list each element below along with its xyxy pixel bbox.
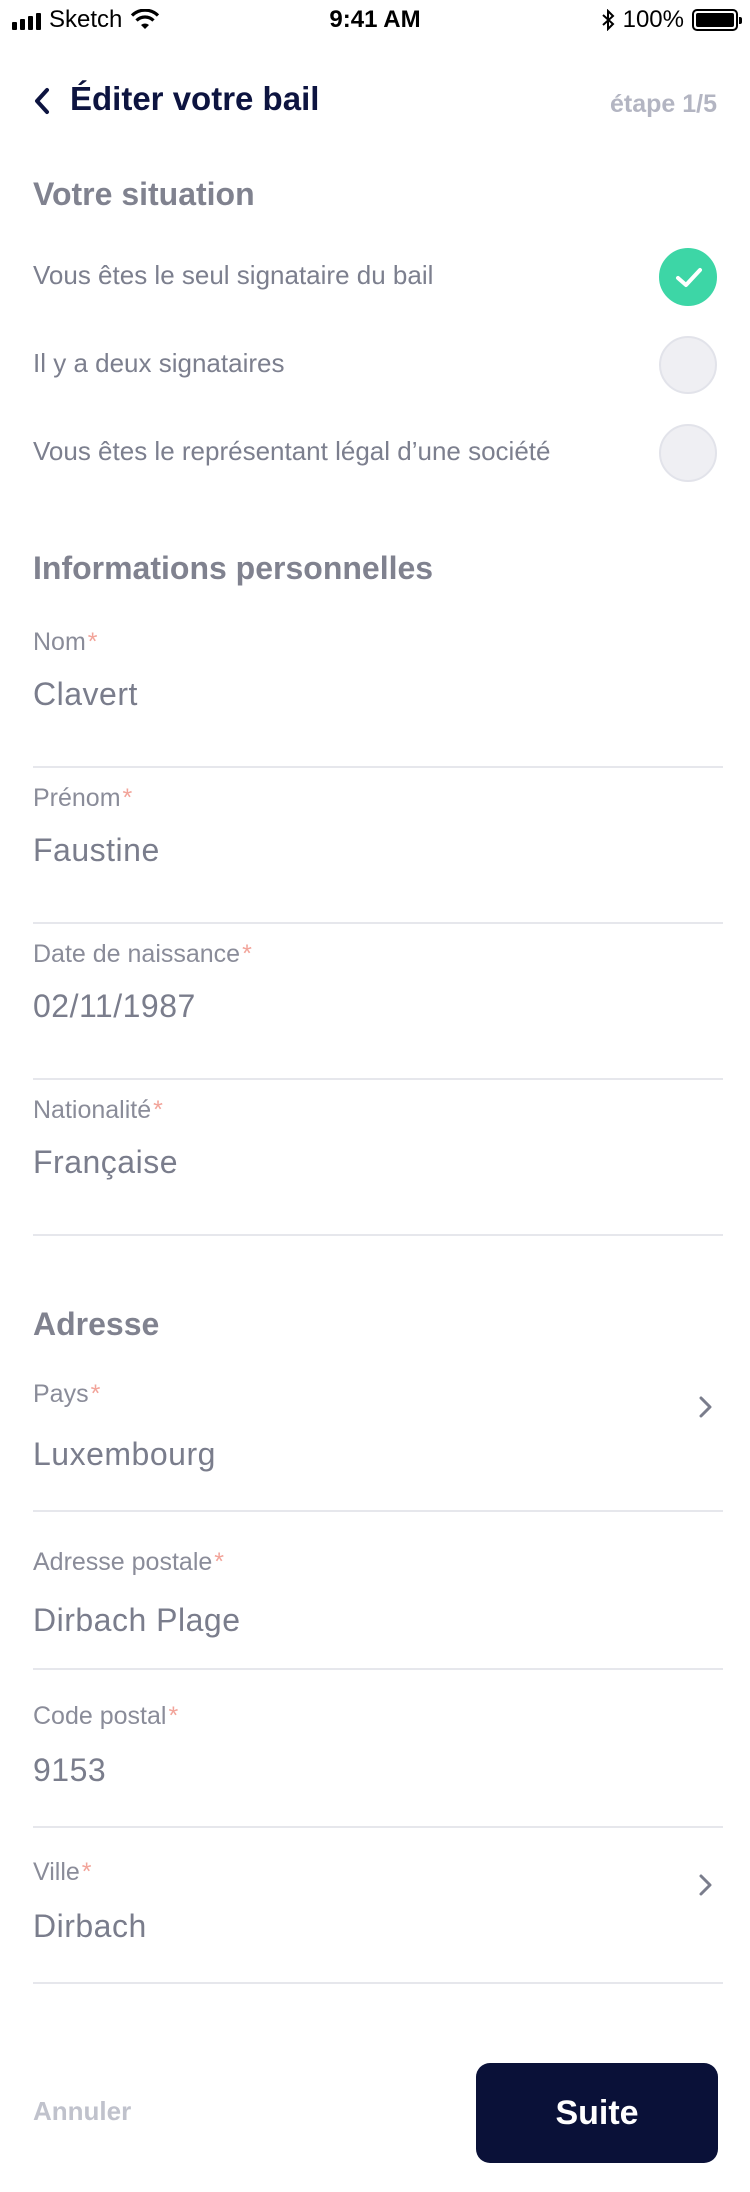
status-bar: Sketch 9:41 AM 100% — [0, 0, 750, 40]
back-chevron-icon[interactable] — [30, 86, 54, 116]
last-name-value[interactable]: Clavert — [33, 676, 138, 713]
field-label: Nom* — [33, 628, 98, 656]
required-marker: * — [81, 1858, 92, 1886]
section-title-address: Adresse — [33, 1306, 160, 1342]
radio-button[interactable] — [659, 336, 717, 394]
option-two-signatories[interactable]: Il y a deux signataires — [0, 330, 750, 400]
checkmark-icon — [676, 268, 702, 287]
country-field[interactable]: Pays* Luxembourg — [33, 1380, 723, 1512]
option-legal-representative[interactable]: Vous êtes le représentant légal d’une so… — [0, 418, 750, 488]
postal-code-value[interactable]: 9153 — [33, 1752, 106, 1789]
battery-icon — [692, 9, 742, 31]
option-label: Il y a deux signataires — [33, 348, 285, 378]
required-marker: * — [214, 1548, 225, 1576]
required-marker: * — [242, 940, 252, 968]
section-title-personal: Informations personnelles — [33, 550, 434, 586]
cancel-button[interactable]: Annuler — [33, 2096, 131, 2127]
first-name-value[interactable]: Faustine — [33, 832, 160, 869]
birth-date-value[interactable]: 02/11/1987 — [33, 988, 196, 1025]
field-label: Nationalité* — [33, 1096, 163, 1124]
required-marker: * — [122, 784, 133, 812]
option-single-signatory[interactable]: Vous êtes le seul signataire du bail — [0, 242, 750, 312]
radio-button[interactable] — [659, 424, 717, 482]
battery-percent: 100% — [622, 6, 684, 33]
field-label: Pays* — [33, 1380, 101, 1408]
nationality-field[interactable]: Nationalité* Française — [33, 1096, 723, 1236]
birth-date-field[interactable]: Date de naissance* 02/11/1987 — [33, 940, 723, 1080]
last-name-field[interactable]: Nom* Clavert — [33, 628, 723, 768]
step-indicator: étape 1/5 — [609, 90, 717, 118]
option-label: Vous êtes le seul signataire du bail — [33, 260, 434, 290]
field-label: Date de naissance* — [33, 940, 252, 968]
first-name-field[interactable]: Prénom* Faustine — [33, 784, 723, 924]
postal-address-value[interactable]: Dirbach Plage — [33, 1602, 241, 1639]
section-title-situation: Votre situation — [33, 176, 255, 212]
radio-button-checked[interactable] — [659, 248, 717, 306]
chevron-right-icon[interactable] — [697, 1394, 715, 1420]
next-button[interactable]: Suite — [476, 2063, 718, 2163]
status-bar-right: 100% — [601, 6, 742, 34]
postal-code-field[interactable]: Code postal* 9153 — [33, 1702, 723, 1828]
required-marker: * — [168, 1702, 179, 1730]
page-title: Éditer votre bail — [70, 80, 320, 117]
nationality-value[interactable]: Française — [33, 1144, 178, 1181]
required-marker: * — [87, 628, 98, 656]
chevron-right-icon[interactable] — [697, 1872, 715, 1898]
option-label: Vous êtes le représentant légal d’une so… — [33, 436, 551, 466]
field-label: Prénom* — [33, 784, 133, 812]
bluetooth-icon — [601, 9, 615, 31]
field-label: Ville* — [33, 1858, 92, 1886]
country-value[interactable]: Luxembourg — [33, 1436, 216, 1473]
required-marker: * — [90, 1380, 101, 1408]
city-value[interactable]: Dirbach — [33, 1908, 147, 1945]
field-label: Code postal* — [33, 1702, 179, 1730]
required-marker: * — [153, 1096, 163, 1124]
field-label: Adresse postale* — [33, 1548, 225, 1576]
city-field[interactable]: Ville* Dirbach — [33, 1858, 723, 1984]
postal-address-field[interactable]: Adresse postale* Dirbach Plage — [33, 1548, 723, 1670]
